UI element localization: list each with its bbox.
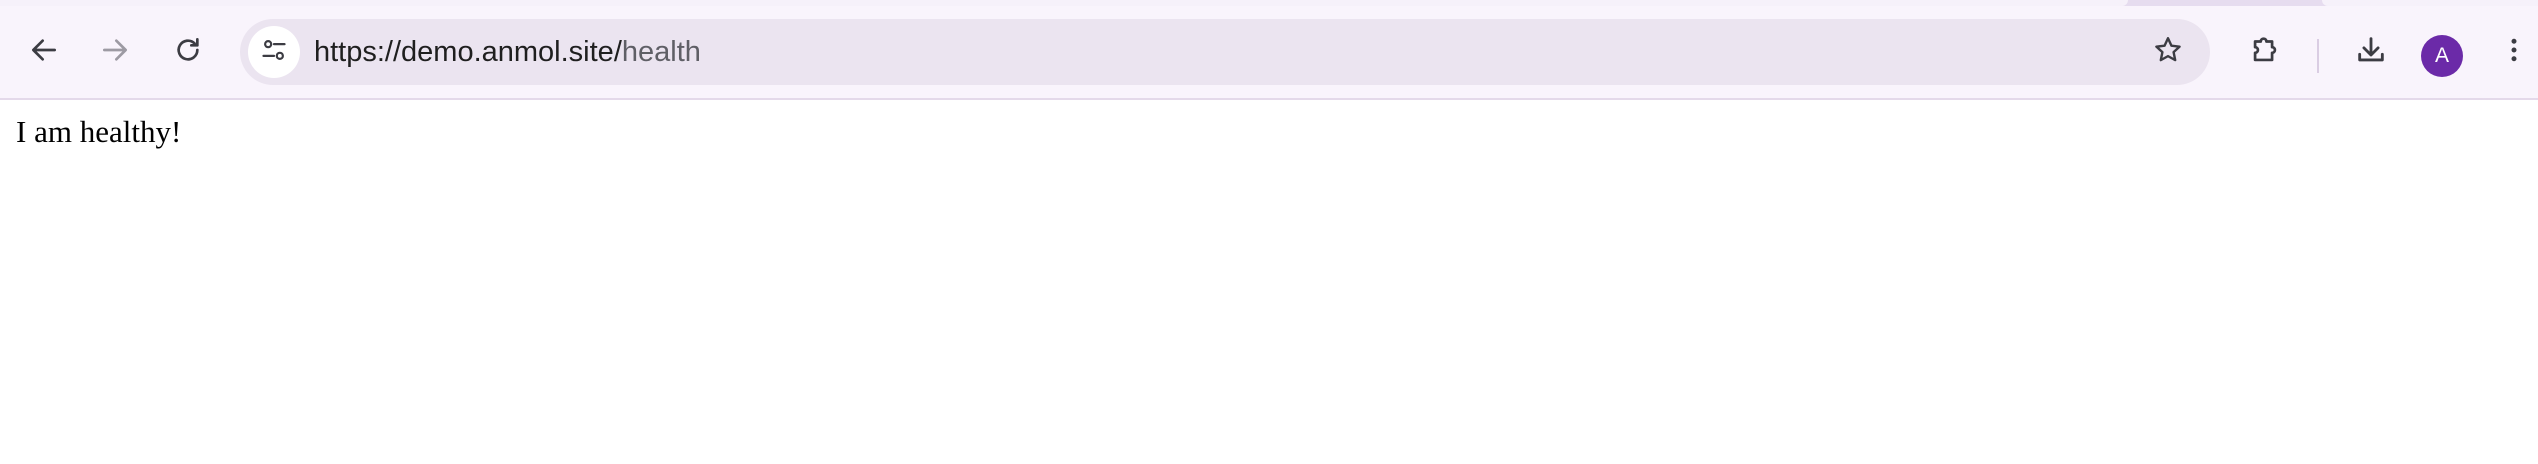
browser-toolbar: https://demo.anmol.site/health A — [0, 6, 2538, 100]
url-host: https://demo.anmol.site/ — [314, 36, 622, 68]
site-info-button[interactable] — [248, 26, 300, 78]
download-icon — [2354, 33, 2388, 67]
puzzle-icon — [2248, 33, 2282, 67]
browser-menu-button[interactable] — [2484, 20, 2538, 80]
reload-icon — [172, 34, 204, 66]
url-path: health — [621, 36, 701, 68]
url-text[interactable]: https://demo.anmol.site/health — [314, 19, 701, 85]
downloads-button[interactable] — [2341, 20, 2401, 80]
arrow-left-icon — [28, 34, 60, 66]
address-bar[interactable]: https://demo.anmol.site/health — [240, 19, 2210, 85]
tune-icon — [260, 36, 288, 69]
arrow-right-icon — [99, 34, 131, 66]
health-status-text: I am healthy! — [16, 114, 182, 149]
toolbar-divider — [2317, 39, 2319, 73]
profile-avatar[interactable]: A — [2421, 35, 2463, 77]
page-content: I am healthy! — [0, 100, 2538, 464]
star-icon — [2152, 34, 2184, 71]
forward-button[interactable] — [85, 20, 145, 80]
back-button[interactable] — [14, 20, 74, 80]
extensions-button[interactable] — [2235, 20, 2295, 80]
reload-button[interactable] — [158, 20, 218, 80]
kebab-menu-icon — [2499, 35, 2529, 65]
bookmark-button[interactable] — [2140, 24, 2196, 80]
